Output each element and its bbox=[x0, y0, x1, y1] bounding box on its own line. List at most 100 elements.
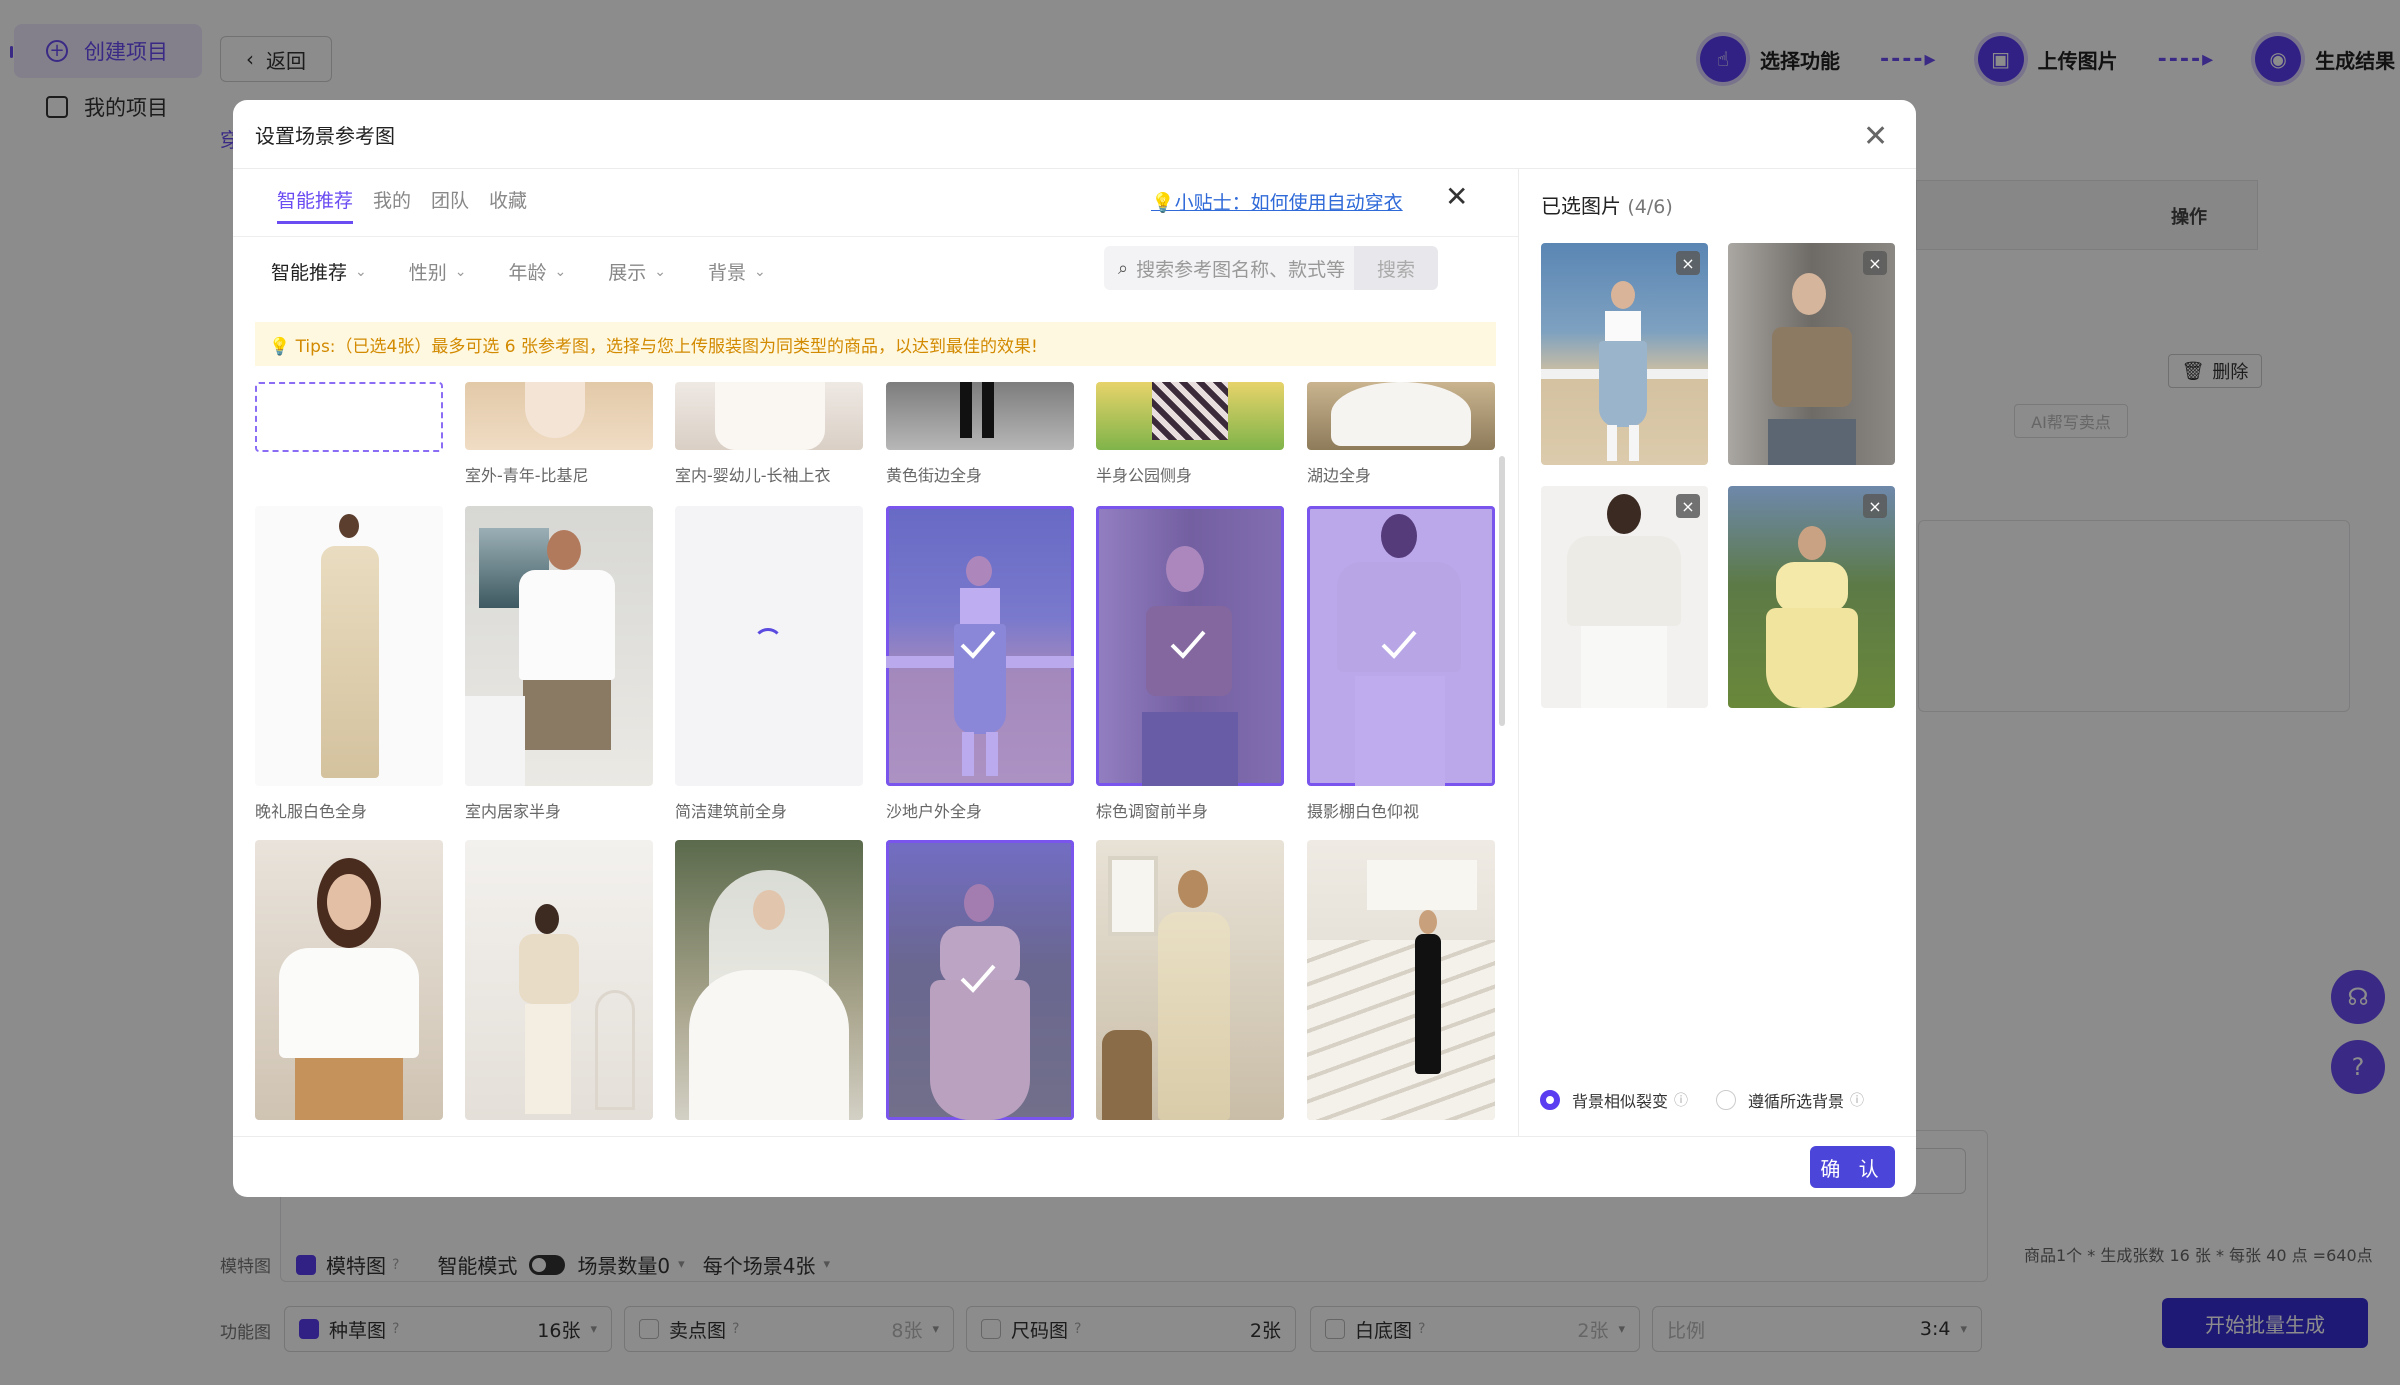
upload-placeholder[interactable] bbox=[255, 382, 443, 452]
reference-card[interactable]: 晚礼服白色全身 bbox=[255, 506, 443, 822]
selected-item[interactable]: × bbox=[1541, 243, 1708, 465]
reference-image[interactable] bbox=[886, 506, 1074, 786]
figure bbox=[519, 934, 579, 1004]
reference-card[interactable]: 半身公园侧身 bbox=[1096, 382, 1284, 486]
figure bbox=[1355, 676, 1445, 786]
background-option-similar[interactable]: 背景相似裂变 ⓘ bbox=[1540, 1088, 1688, 1112]
reference-image[interactable] bbox=[1096, 506, 1284, 786]
search-button[interactable]: 搜索 bbox=[1354, 246, 1438, 290]
tab-mine[interactable]: 我的 bbox=[373, 186, 411, 224]
reference-image[interactable] bbox=[1307, 840, 1495, 1120]
reference-card[interactable]: 室内-婴幼儿-长袖上衣 bbox=[675, 382, 863, 486]
figure bbox=[1178, 870, 1208, 908]
figure bbox=[1581, 626, 1667, 708]
reference-image[interactable] bbox=[1307, 382, 1495, 450]
reference-image[interactable] bbox=[886, 382, 1074, 450]
close-icon[interactable]: ✕ bbox=[1863, 122, 1888, 152]
reference-card[interactable]: 简洁建筑前全身 bbox=[675, 506, 863, 822]
filter-smart-recommend[interactable]: 智能推荐 ⌄ bbox=[271, 258, 367, 285]
reference-card[interactable] bbox=[1307, 840, 1495, 1120]
filter-label: 性别 bbox=[408, 262, 447, 284]
scene-reference-dialog: 设置场景参考图 ✕ 智能推荐 我的 团队 收藏 💡小贴士：如何使用自动穿衣 ✕ … bbox=[233, 100, 1916, 1197]
search-input[interactable]: ⌕ 搜索参考图名称、款式等 bbox=[1104, 246, 1354, 290]
reference-card[interactable]: 棕色调窗前半身 bbox=[1096, 506, 1284, 822]
remove-icon[interactable]: × bbox=[1863, 494, 1887, 518]
selected-item[interactable]: × bbox=[1728, 486, 1895, 708]
reference-image[interactable] bbox=[255, 840, 443, 1120]
remove-icon[interactable]: × bbox=[1676, 494, 1700, 518]
reference-image[interactable] bbox=[1307, 506, 1495, 786]
dialog-title: 设置场景参考图 bbox=[255, 124, 395, 148]
reference-card[interactable]: 黄色街边全身 bbox=[886, 382, 1074, 486]
figure bbox=[1768, 419, 1856, 465]
upload-slot[interactable] bbox=[255, 382, 443, 452]
filter-age[interactable]: 年龄 ⌄ bbox=[509, 258, 567, 285]
selected-image[interactable]: × bbox=[1728, 243, 1895, 465]
reference-image[interactable] bbox=[255, 506, 443, 786]
filter-gender[interactable]: 性别 ⌄ bbox=[409, 258, 467, 285]
reference-card[interactable]: 摄影棚白色仰视 bbox=[1307, 506, 1495, 822]
figure bbox=[1166, 546, 1204, 592]
figure bbox=[1792, 273, 1826, 315]
reference-card[interactable]: 室外-青年-比基尼 bbox=[465, 382, 653, 486]
reference-card[interactable]: 室内居家半身 bbox=[465, 506, 653, 822]
remove-icon[interactable]: × bbox=[1676, 251, 1700, 275]
tab-bar: 智能推荐 我的 团队 收藏 bbox=[277, 186, 547, 224]
scrollbar[interactable] bbox=[1499, 456, 1505, 726]
figure bbox=[1776, 562, 1848, 612]
close-icon[interactable]: ✕ bbox=[1445, 180, 1468, 213]
radio-button[interactable] bbox=[1540, 1090, 1560, 1110]
check-icon bbox=[960, 964, 996, 993]
filter-bar: 智能推荐 ⌄ 性别 ⌄ 年龄 ⌄ 展示 ⌄ 背景 ⌄ bbox=[271, 258, 808, 285]
background-option-follow[interactable]: 遵循所选背景 ⓘ bbox=[1716, 1088, 1864, 1112]
selected-image[interactable]: × bbox=[1728, 486, 1895, 708]
tab-favorites[interactable]: 收藏 bbox=[489, 186, 527, 224]
reference-image-loading[interactable] bbox=[675, 506, 863, 786]
figure bbox=[1607, 425, 1617, 461]
reference-card[interactable] bbox=[1096, 840, 1284, 1120]
reference-card[interactable] bbox=[675, 840, 863, 1120]
tab-team[interactable]: 团队 bbox=[431, 186, 469, 224]
figure bbox=[982, 382, 994, 438]
tab-smart-recommend[interactable]: 智能推荐 bbox=[277, 186, 354, 224]
selected-count: (4/6) bbox=[1627, 196, 1673, 218]
figure bbox=[1567, 536, 1681, 626]
reference-image[interactable] bbox=[1096, 382, 1284, 450]
reference-card[interactable] bbox=[465, 840, 653, 1120]
reference-image[interactable] bbox=[465, 840, 653, 1120]
help-icon: ⓘ bbox=[1850, 1093, 1865, 1109]
filter-label: 年龄 bbox=[508, 262, 547, 284]
reference-card[interactable]: 沙地户外全身 bbox=[886, 506, 1074, 822]
reference-image[interactable] bbox=[1096, 840, 1284, 1120]
figure bbox=[1152, 382, 1228, 440]
reference-card[interactable]: 湖边全身 bbox=[1307, 382, 1495, 486]
filter-label: 智能推荐 bbox=[271, 262, 348, 284]
figure bbox=[295, 1058, 403, 1120]
reference-caption: 晚礼服白色全身 bbox=[255, 802, 368, 821]
figure bbox=[930, 980, 1030, 1120]
reference-image[interactable] bbox=[675, 382, 863, 450]
reference-image[interactable] bbox=[886, 840, 1074, 1120]
figure bbox=[1772, 327, 1852, 407]
remove-icon[interactable]: × bbox=[1863, 251, 1887, 275]
confirm-button[interactable]: 确 认 bbox=[1810, 1146, 1895, 1188]
reference-image[interactable] bbox=[465, 382, 653, 450]
reference-card[interactable] bbox=[255, 840, 443, 1120]
figure bbox=[1415, 934, 1441, 1074]
check-icon bbox=[1170, 630, 1206, 659]
reference-image[interactable] bbox=[465, 506, 653, 786]
figure bbox=[1419, 910, 1437, 934]
filter-display[interactable]: 展示 ⌄ bbox=[608, 258, 666, 285]
selected-item[interactable]: × bbox=[1728, 243, 1895, 465]
figure bbox=[1108, 856, 1158, 936]
reference-card[interactable] bbox=[886, 840, 1074, 1120]
reference-caption: 湖边全身 bbox=[1307, 466, 1372, 485]
selected-item[interactable]: × bbox=[1541, 486, 1708, 708]
reference-caption: 室外-青年-比基尼 bbox=[465, 466, 589, 485]
selected-image[interactable]: × bbox=[1541, 486, 1708, 708]
selected-image[interactable]: × bbox=[1541, 243, 1708, 465]
radio-button[interactable] bbox=[1716, 1090, 1736, 1110]
how-to-link[interactable]: 💡小贴士：如何使用自动穿衣 bbox=[1151, 188, 1403, 215]
reference-image[interactable] bbox=[675, 840, 863, 1120]
filter-background[interactable]: 背景 ⌄ bbox=[708, 258, 766, 285]
